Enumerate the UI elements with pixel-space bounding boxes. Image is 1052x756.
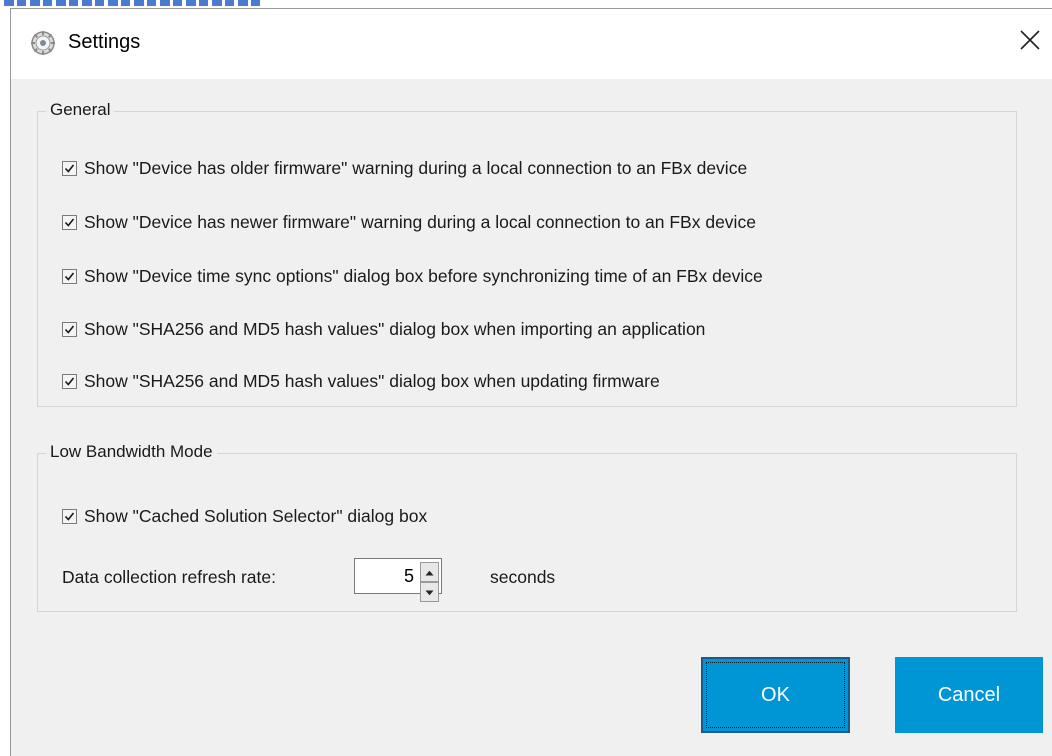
background-document-strip bbox=[0, 0, 1052, 8]
checkbox[interactable] bbox=[62, 269, 77, 284]
refresh-rate-value[interactable]: 5 bbox=[404, 566, 414, 587]
checkbox[interactable] bbox=[62, 215, 77, 230]
option-time-sync-dialog[interactable]: Show "Device time sync options" dialog b… bbox=[62, 266, 763, 287]
close-icon bbox=[1019, 29, 1041, 56]
refresh-rate-stepper[interactable]: 5 bbox=[354, 558, 442, 602]
cancel-button[interactable]: Cancel bbox=[895, 657, 1043, 733]
gear-icon bbox=[30, 30, 56, 56]
checkbox[interactable] bbox=[62, 509, 77, 524]
low-bandwidth-group: Low Bandwidth Mode Show "Cached Solution… bbox=[37, 442, 1017, 612]
general-group: General Show "Device has older firmware"… bbox=[37, 100, 1017, 407]
option-label: Show "Device time sync options" dialog b… bbox=[84, 266, 763, 286]
checkbox[interactable] bbox=[62, 374, 77, 389]
option-label: Show "Device has newer firmware" warning… bbox=[84, 212, 756, 232]
checkbox[interactable] bbox=[62, 161, 77, 176]
increment-button[interactable] bbox=[420, 562, 439, 582]
stepper-buttons bbox=[420, 562, 439, 602]
option-hash-import-dialog[interactable]: Show "SHA256 and MD5 hash values" dialog… bbox=[62, 319, 705, 340]
option-cached-solution-selector[interactable]: Show "Cached Solution Selector" dialog b… bbox=[62, 506, 427, 527]
background-heading-fragment bbox=[4, 0, 264, 6]
option-older-firmware-warning[interactable]: Show "Device has older firmware" warning… bbox=[62, 158, 747, 179]
option-label: Show "Device has older firmware" warning… bbox=[84, 158, 748, 178]
option-label: Show "SHA256 and MD5 hash values" dialog… bbox=[84, 371, 660, 391]
settings-dialog: Settings General Show "Device has older … bbox=[10, 8, 1052, 756]
arrow-down-icon bbox=[425, 583, 434, 601]
refresh-rate-label: Data collection refresh rate: bbox=[62, 567, 276, 587]
option-label: Show "SHA256 and MD5 hash values" dialog… bbox=[84, 319, 706, 339]
low-bandwidth-group-title: Low Bandwidth Mode bbox=[46, 442, 217, 462]
refresh-rate-unit: seconds bbox=[490, 567, 556, 587]
checkbox[interactable] bbox=[62, 322, 77, 337]
decrement-button[interactable] bbox=[420, 582, 439, 602]
general-group-title: General bbox=[46, 100, 115, 120]
close-button[interactable] bbox=[1007, 19, 1052, 65]
option-hash-firmware-dialog[interactable]: Show "SHA256 and MD5 hash values" dialog… bbox=[62, 371, 660, 392]
option-label: Show "Cached Solution Selector" dialog b… bbox=[84, 506, 428, 526]
ok-button[interactable]: OK bbox=[701, 657, 850, 733]
arrow-up-icon bbox=[425, 563, 434, 581]
option-newer-firmware-warning[interactable]: Show "Device has newer firmware" warning… bbox=[62, 212, 756, 233]
dialog-title: Settings bbox=[68, 31, 141, 53]
title-bar: Settings bbox=[11, 9, 1052, 79]
